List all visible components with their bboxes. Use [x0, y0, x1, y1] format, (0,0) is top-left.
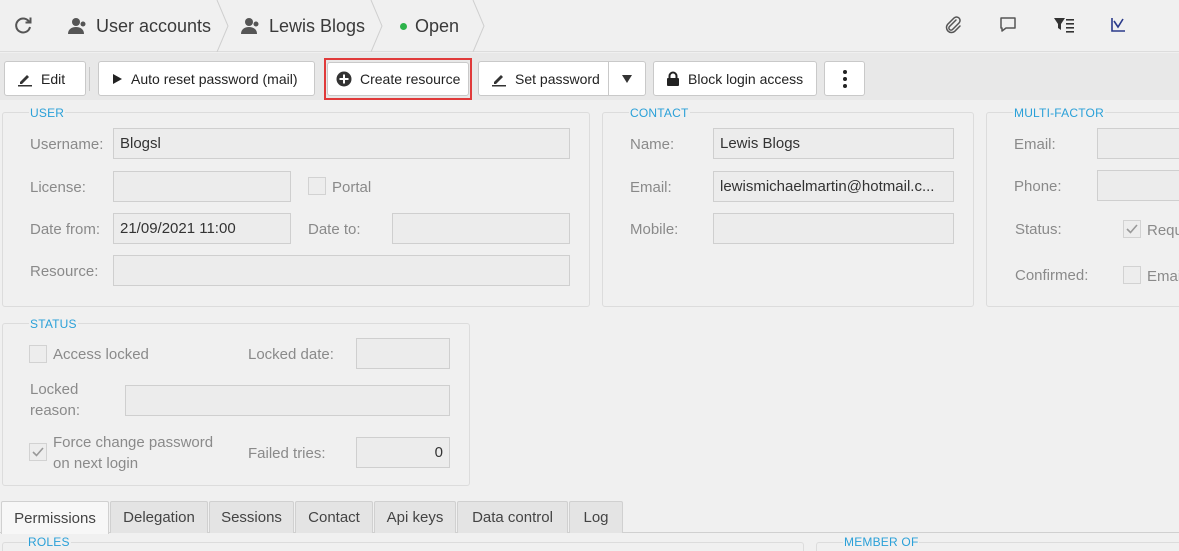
locked-reason-field[interactable] — [125, 385, 450, 416]
username-label: Username: — [30, 136, 104, 153]
tab-delegation[interactable]: Delegation — [110, 501, 208, 533]
more-options-button[interactable] — [824, 61, 865, 96]
portal-label: Portal — [332, 179, 372, 196]
paperclip-icon[interactable] — [941, 13, 965, 37]
caret-down-icon — [622, 74, 632, 83]
date-to-field[interactable] — [392, 213, 570, 244]
breadcrumb-user-accounts[interactable]: User accounts — [68, 0, 211, 52]
breadcrumb-user-accounts-label: User accounts — [96, 15, 212, 36]
breadcrumb: User accounts Lewis Blogs Open — [0, 0, 1179, 52]
mfa-required-checkbox[interactable] — [1123, 220, 1141, 238]
license-label: License: — [30, 179, 86, 196]
contact-email-label: Email: — [630, 179, 672, 196]
force-change-password-checkbox[interactable] — [29, 443, 47, 461]
contact-mobile-field[interactable] — [713, 213, 954, 244]
toolbar-divider — [89, 67, 90, 91]
filter-list-icon[interactable] — [1052, 13, 1076, 37]
date-from-label: Date from: — [30, 221, 101, 238]
locked-reason-label-line2: reason: — [30, 402, 81, 419]
checkmark-icon — [32, 447, 44, 457]
locked-reason-label-line1: Locked — [30, 381, 79, 398]
tab-api-keys[interactable]: Api keys — [374, 501, 456, 533]
pencil-icon — [491, 71, 507, 87]
locked-date-label: Locked date: — [248, 346, 334, 363]
tab-contact[interactable]: Contact — [295, 501, 373, 533]
tab-data-control[interactable]: Data control — [457, 501, 568, 533]
mfa-phone-label: Phone: — [1014, 178, 1062, 195]
locked-date-field[interactable] — [356, 338, 450, 369]
user-icon — [241, 17, 261, 35]
date-to-label: Date to: — [308, 221, 361, 238]
breadcrumb-user-label: Lewis Blogs — [269, 15, 366, 36]
contact-mobile-label: Mobile: — [630, 221, 679, 238]
status-dot-icon — [400, 22, 407, 30]
status-panel-title: STATUS — [29, 317, 78, 331]
mfa-phone-field[interactable] — [1097, 170, 1179, 201]
user-panel-title: USER — [29, 106, 66, 120]
resource-field[interactable] — [113, 255, 570, 286]
auto-reset-password-button[interactable]: Auto reset password (mail) — [98, 61, 315, 96]
action-toolbar: Edit Auto reset password (mail) Create r… — [0, 53, 1179, 100]
mfa-required-label: Requ — [1147, 222, 1179, 239]
auto-reset-password-label: Auto reset password (mail) — [131, 70, 298, 87]
resource-label: Resource: — [30, 263, 99, 280]
tab-log[interactable]: Log — [569, 501, 623, 533]
contact-name-label: Name: — [630, 136, 675, 153]
set-password-label: Set password — [515, 70, 600, 87]
contact-panel-title: CONTACT — [629, 106, 690, 120]
roles-panel — [2, 542, 804, 551]
create-resource-button[interactable]: Create resource — [327, 62, 469, 96]
tab-sessions[interactable]: Sessions — [209, 501, 294, 533]
member-of-panel-title: MEMBER OF — [843, 535, 920, 549]
contact-email-field[interactable]: lewismichaelmartin@hotmail.c... — [713, 171, 954, 202]
breadcrumb-separator — [472, 0, 485, 52]
mfa-email-field[interactable] — [1097, 128, 1179, 159]
block-login-access-button[interactable]: Block login access — [653, 61, 817, 96]
username-field[interactable]: Blogsl — [113, 128, 570, 159]
access-locked-checkbox[interactable] — [29, 345, 47, 363]
mfa-confirmed-email-label: Emai — [1147, 268, 1179, 285]
license-field[interactable] — [113, 171, 291, 202]
refresh-icon[interactable] — [11, 13, 35, 37]
tab-permissions[interactable]: Permissions — [1, 501, 109, 534]
mfa-email-label: Email: — [1014, 136, 1056, 153]
breadcrumb-user[interactable]: Lewis Blogs — [241, 0, 365, 52]
set-password-dropdown[interactable] — [608, 61, 646, 96]
breadcrumb-separator — [370, 0, 383, 52]
comment-icon[interactable] — [996, 13, 1020, 37]
create-resource-label: Create resource — [360, 71, 461, 87]
plus-circle-icon — [336, 71, 352, 87]
users-icon — [68, 17, 88, 35]
mfa-confirmed-email-checkbox[interactable] — [1123, 266, 1141, 284]
mfa-status-label: Status: — [1015, 221, 1062, 238]
breadcrumb-status[interactable]: Open — [400, 0, 459, 52]
contact-name-field[interactable]: Lewis Blogs — [713, 128, 954, 159]
pencil-icon — [17, 71, 33, 87]
force-change-label-line1: Force change password — [53, 434, 214, 451]
block-login-access-label: Block login access — [688, 70, 804, 87]
portal-checkbox[interactable] — [308, 177, 326, 195]
set-password-button[interactable]: Set password — [478, 61, 609, 96]
date-from-field[interactable]: 21/09/2021 11:00 — [113, 213, 291, 244]
more-vertical-icon — [842, 69, 847, 89]
edit-button[interactable]: Edit — [4, 61, 86, 96]
breadcrumb-status-label: Open — [415, 15, 460, 36]
mfa-confirmed-label: Confirmed: — [1015, 267, 1089, 284]
force-change-label-line2: on next login — [53, 455, 139, 472]
breadcrumb-separator — [216, 0, 229, 52]
access-locked-label: Access locked — [53, 346, 149, 363]
chart-icon[interactable] — [1106, 13, 1130, 37]
edit-button-label: Edit — [41, 70, 66, 87]
roles-panel-title: ROLES — [27, 535, 71, 549]
failed-tries-field[interactable]: 0 — [356, 437, 450, 468]
lock-icon — [666, 71, 680, 87]
failed-tries-label: Failed tries: — [248, 445, 326, 462]
play-icon — [111, 73, 123, 85]
checkmark-icon — [1126, 224, 1138, 234]
multi-factor-panel-title: MULTI-FACTOR — [1013, 106, 1105, 120]
